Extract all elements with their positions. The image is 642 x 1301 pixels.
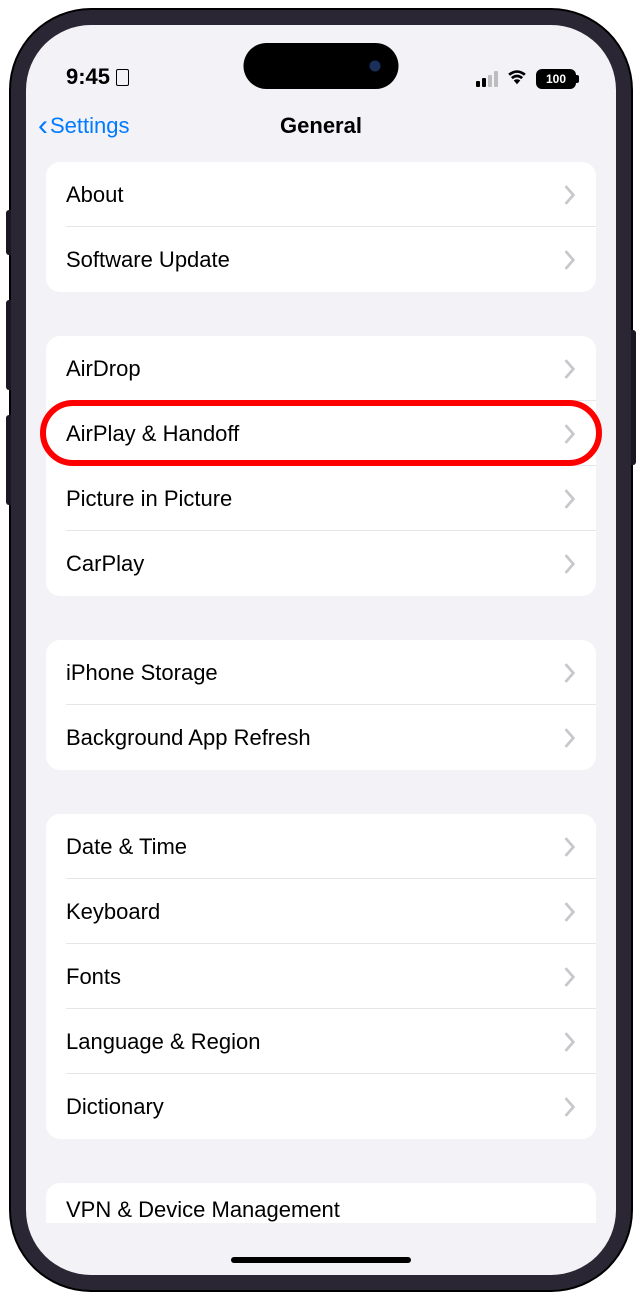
mute-switch bbox=[6, 210, 11, 255]
row-background-app-refresh[interactable]: Background App Refresh bbox=[46, 705, 596, 770]
row-keyboard[interactable]: Keyboard bbox=[46, 879, 596, 944]
row-about[interactable]: About bbox=[46, 162, 596, 227]
row-airdrop[interactable]: AirDrop bbox=[46, 336, 596, 401]
back-button[interactable]: ‹ Settings bbox=[38, 111, 130, 141]
chevron-right-icon bbox=[564, 489, 576, 509]
row-carplay[interactable]: CarPlay bbox=[46, 531, 596, 596]
chevron-left-icon: ‹ bbox=[38, 111, 48, 141]
list-group-info: About Software Update bbox=[46, 162, 596, 292]
row-label: Software Update bbox=[66, 247, 564, 273]
row-date-time[interactable]: Date & Time bbox=[46, 814, 596, 879]
row-picture-in-picture[interactable]: Picture in Picture bbox=[46, 466, 596, 531]
row-dictionary[interactable]: Dictionary bbox=[46, 1074, 596, 1139]
row-label: Picture in Picture bbox=[66, 486, 564, 512]
row-label: Background App Refresh bbox=[66, 725, 564, 751]
chevron-right-icon bbox=[564, 837, 576, 857]
list-group-system: Date & Time Keyboard Fonts Language & Re… bbox=[46, 814, 596, 1139]
row-label: Language & Region bbox=[66, 1029, 564, 1055]
list-group-partial: VPN & Device Management bbox=[46, 1183, 596, 1223]
chevron-right-icon bbox=[564, 902, 576, 922]
chevron-right-icon bbox=[564, 1032, 576, 1052]
battery-level: 100 bbox=[546, 72, 566, 86]
volume-up-button bbox=[6, 300, 11, 390]
row-label: Dictionary bbox=[66, 1094, 564, 1120]
row-airplay-handoff[interactable]: AirPlay & Handoff bbox=[46, 401, 596, 466]
list-group-storage: iPhone Storage Background App Refresh bbox=[46, 640, 596, 770]
phone-frame: 9:45 100 ‹ Settings General bbox=[11, 10, 631, 1290]
chevron-right-icon bbox=[564, 663, 576, 683]
row-label: Keyboard bbox=[66, 899, 564, 925]
row-software-update[interactable]: Software Update bbox=[46, 227, 596, 292]
row-label: Date & Time bbox=[66, 834, 564, 860]
chevron-right-icon bbox=[564, 728, 576, 748]
chevron-right-icon bbox=[564, 1097, 576, 1117]
chevron-right-icon bbox=[564, 250, 576, 270]
row-language-region[interactable]: Language & Region bbox=[46, 1009, 596, 1074]
chevron-right-icon bbox=[564, 359, 576, 379]
row-fonts[interactable]: Fonts bbox=[46, 944, 596, 1009]
chevron-right-icon bbox=[564, 185, 576, 205]
sim-icon bbox=[116, 69, 129, 86]
list-group-connectivity: AirDrop AirPlay & Handoff Picture in Pic… bbox=[46, 336, 596, 596]
status-left: 9:45 bbox=[66, 64, 129, 90]
phone-screen: 9:45 100 ‹ Settings General bbox=[26, 25, 616, 1275]
content-area[interactable]: About Software Update AirDrop AirPlay & … bbox=[26, 152, 616, 1275]
page-title: General bbox=[280, 113, 362, 139]
dynamic-island bbox=[244, 43, 399, 89]
chevron-right-icon bbox=[564, 424, 576, 444]
home-indicator[interactable] bbox=[231, 1257, 411, 1263]
chevron-right-icon bbox=[564, 967, 576, 987]
row-label: About bbox=[66, 182, 564, 208]
nav-bar: ‹ Settings General bbox=[26, 100, 616, 152]
status-right: 100 bbox=[476, 67, 576, 90]
power-button bbox=[631, 330, 636, 465]
row-label: AirPlay & Handoff bbox=[66, 421, 564, 447]
battery-icon: 100 bbox=[536, 69, 576, 89]
row-vpn-device-management[interactable]: VPN & Device Management bbox=[46, 1183, 596, 1223]
back-label: Settings bbox=[50, 113, 130, 139]
cellular-signal-icon bbox=[476, 71, 498, 87]
row-label: CarPlay bbox=[66, 551, 564, 577]
row-label: Fonts bbox=[66, 964, 564, 990]
chevron-right-icon bbox=[564, 554, 576, 574]
row-label: AirDrop bbox=[66, 356, 564, 382]
status-time: 9:45 bbox=[66, 64, 110, 90]
row-label: VPN & Device Management bbox=[66, 1197, 576, 1223]
volume-down-button bbox=[6, 415, 11, 505]
row-label: iPhone Storage bbox=[66, 660, 564, 686]
row-iphone-storage[interactable]: iPhone Storage bbox=[46, 640, 596, 705]
wifi-icon bbox=[506, 67, 528, 90]
